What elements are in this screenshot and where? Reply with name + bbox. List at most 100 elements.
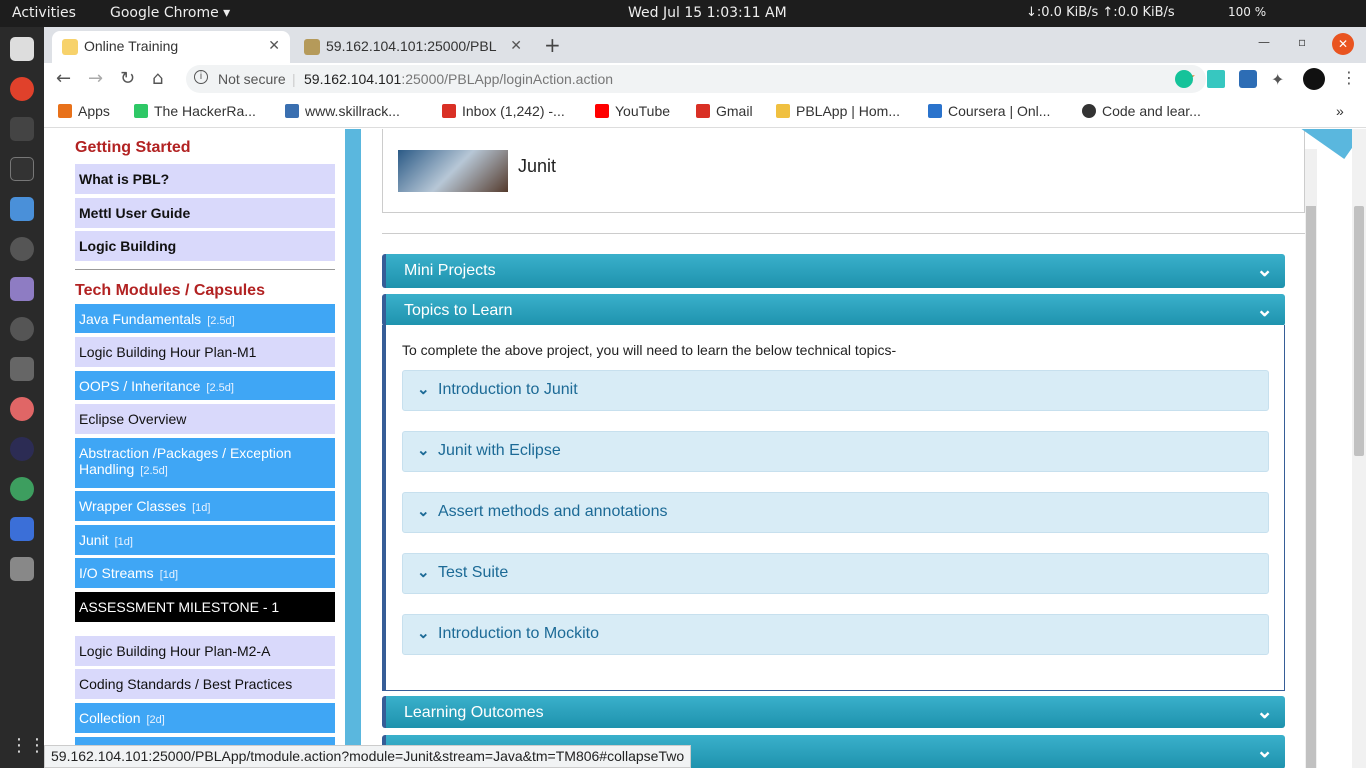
chevron-down-icon: ⌄ (1256, 259, 1273, 281)
toggle-icon[interactable] (10, 277, 34, 301)
sidebar-item-io-streams[interactable]: I/O Streams [1d] (75, 558, 335, 588)
info-icon[interactable]: i (194, 70, 208, 84)
bookmark-code[interactable]: Code and lear... (1082, 103, 1201, 119)
extension-icon[interactable] (1239, 70, 1257, 88)
divider (75, 269, 335, 270)
url-host: 59.162.104.101 (304, 71, 402, 87)
chevron-down-icon: ⌄ (417, 442, 430, 459)
sidebar-item-abstraction[interactable]: Abstraction /Packages / Exception Handli… (75, 438, 335, 488)
course-image (398, 150, 508, 192)
tab-title: 59.162.104.101:25000/PBL (326, 38, 497, 54)
inner-scroll-thumb[interactable] (1306, 206, 1316, 768)
tab-online-training[interactable]: Online Training ✕ (52, 31, 290, 63)
files-icon[interactable] (10, 37, 34, 61)
browser-toolbar: ← → ↻ ⌂ i Not secure | 59.162.104.101:25… (44, 63, 1366, 96)
bookmark-youtube[interactable]: YouTube (595, 103, 670, 119)
sidebar: Getting Started What is PBL? Mettl User … (44, 129, 345, 768)
inner-scrollbar[interactable] (1305, 149, 1317, 768)
home-icon[interactable]: ⌂ (152, 68, 163, 89)
topic-introduction-to-junit[interactable]: ⌄ Introduction to Junit (402, 370, 1269, 411)
bookmark-hackerrank[interactable]: The HackerRa... (134, 103, 256, 119)
forward-icon[interactable]: → (88, 68, 103, 89)
pbl-favicon-icon (62, 39, 78, 55)
system-monitor-icon[interactable] (10, 117, 34, 141)
tab-strip: Online Training ✕ 59.162.104.101:25000/P… (44, 27, 1366, 63)
profile-avatar[interactable] (1303, 68, 1325, 90)
maximize-icon[interactable]: ▫ (1298, 35, 1306, 49)
sidebar-item-assessment[interactable]: ASSESSMENT MILESTONE - 1 (75, 592, 335, 622)
sidebar-item-logic-m2a[interactable]: Logic Building Hour Plan-M2-A (75, 636, 335, 666)
software-icon[interactable] (10, 317, 34, 341)
page-scrollbar[interactable] (1352, 129, 1366, 768)
topic-introduction-to-mockito[interactable]: ⌄ Introduction to Mockito (402, 614, 1269, 655)
sidebar-item-junit[interactable]: Junit [1d] (75, 525, 335, 555)
sidebar-item-java-fundamentals[interactable]: Java Fundamentals [2.5d] (75, 304, 335, 333)
settings-icon[interactable] (10, 237, 34, 261)
tech-modules-title: Tech Modules / Capsules (75, 282, 265, 299)
play-extension-icon[interactable] (1207, 70, 1225, 88)
chevron-down-icon: ⌄ (417, 625, 430, 642)
skillrack-icon (285, 104, 299, 118)
eclipse-icon[interactable] (10, 437, 34, 461)
grammarly-icon[interactable] (1175, 70, 1193, 88)
getting-started-title: Getting Started (75, 139, 191, 156)
sidebar-item-mettl-guide[interactable]: Mettl User Guide (75, 198, 335, 228)
system-top-bar: Activities Google Chrome ▾ Wed Jul 15 1:… (0, 0, 1366, 27)
accordion-mini-projects[interactable]: Mini Projects ⌄ (382, 254, 1285, 288)
code-icon (1082, 104, 1096, 118)
address-bar[interactable]: i Not secure | 59.162.104.101:25000/PBLA… (186, 65, 1206, 93)
back-icon[interactable]: ← (56, 68, 71, 89)
sidebar-item-oops[interactable]: OOPS / Inheritance [2.5d] (75, 371, 335, 400)
page-scroll-thumb[interactable] (1354, 206, 1364, 456)
chevron-down-icon: ⌄ (417, 564, 430, 581)
bookmark-gmail[interactable]: Gmail (696, 103, 753, 119)
bookmark-coursera[interactable]: Coursera | Onl... (928, 103, 1050, 119)
screenshot-icon[interactable] (10, 517, 34, 541)
sidebar-border (345, 129, 361, 768)
app-menu[interactable]: Google Chrome ▾ (110, 5, 230, 21)
sidebar-item-logic-building[interactable]: Logic Building (75, 231, 335, 261)
close-window-icon[interactable]: ✕ (1332, 33, 1354, 55)
show-apps-icon[interactable]: ⋮⋮ (10, 735, 46, 759)
sidebar-item-coding-standards[interactable]: Coding Standards / Best Practices (75, 669, 335, 699)
store-icon[interactable] (10, 197, 34, 221)
tab-pbl[interactable]: 59.162.104.101:25000/PBL ✕ (294, 31, 532, 63)
security-label[interactable]: Not secure (218, 71, 286, 87)
accordion-topics-to-learn[interactable]: Topics to Learn ⌄ (382, 294, 1285, 326)
accordion-learning-outcomes[interactable]: Learning Outcomes ⌄ (382, 696, 1285, 728)
pie-icon[interactable] (10, 397, 34, 421)
clock[interactable]: Wed Jul 15 1:03:11 AM (628, 5, 787, 21)
menu-icon[interactable]: ⋮ (1341, 68, 1357, 87)
activities-button[interactable]: Activities (12, 5, 76, 21)
puzzle-icon[interactable]: ✦ (1271, 70, 1289, 89)
topic-assert-methods[interactable]: ⌄ Assert methods and annotations (402, 492, 1269, 533)
chat-icon[interactable] (10, 357, 34, 381)
bookmark-pblapp[interactable]: PBLApp | Hom... (776, 103, 900, 119)
battery-status[interactable]: 100 % (1228, 5, 1266, 19)
chrome-icon[interactable] (10, 77, 34, 101)
sidebar-item-what-is-pbl[interactable]: What is PBL? (75, 164, 335, 194)
url-text[interactable]: 59.162.104.101:25000/PBLApp/loginAction.… (304, 71, 613, 87)
close-tab-icon[interactable]: ✕ (510, 37, 522, 54)
more-bookmarks-icon[interactable]: » (1336, 103, 1344, 119)
topic-junit-with-eclipse[interactable]: ⌄ Junit with Eclipse (402, 431, 1269, 472)
main-content: Junit Mini Projects ⌄ Topics to Learn ⌄ … (361, 129, 1305, 768)
sidebar-item-eclipse[interactable]: Eclipse Overview (75, 404, 335, 434)
topic-test-suite[interactable]: ⌄ Test Suite (402, 553, 1269, 594)
chevron-down-icon: ⌄ (417, 381, 430, 398)
close-tab-icon[interactable]: ✕ (268, 37, 280, 54)
chevron-down-icon: ⌄ (1256, 740, 1273, 762)
disk-icon[interactable] (10, 557, 34, 581)
bookmark-skillrack[interactable]: www.skillrack... (285, 103, 400, 119)
app-icon[interactable] (10, 477, 34, 501)
sidebar-item-logic-m1[interactable]: Logic Building Hour Plan-M1 (75, 337, 335, 367)
new-tab-icon[interactable]: + (544, 33, 561, 57)
sidebar-item-collection[interactable]: Collection [2d] (75, 703, 335, 733)
terminal-icon[interactable] (10, 157, 34, 181)
chevron-down-icon: ⌄ (1256, 299, 1273, 321)
bookmark-inbox[interactable]: Inbox (1,242) -... (442, 103, 565, 119)
sidebar-item-wrapper[interactable]: Wrapper Classes [1d] (75, 491, 335, 521)
reload-icon[interactable]: ↻ (120, 68, 135, 89)
minimize-icon[interactable]: — (1258, 35, 1270, 49)
bookmark-apps[interactable]: Apps (58, 103, 110, 119)
